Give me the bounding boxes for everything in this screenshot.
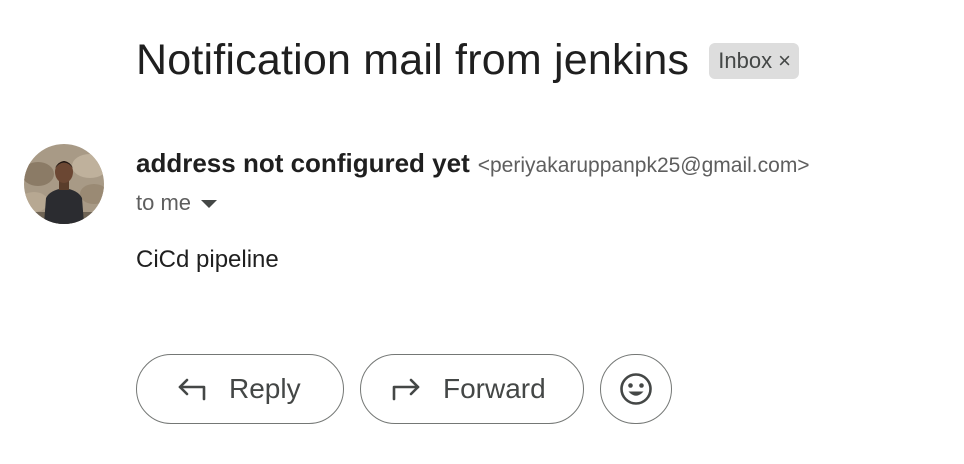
reply-icon bbox=[177, 376, 207, 402]
recipient-line: to me bbox=[136, 190, 218, 216]
forward-button[interactable]: Forward bbox=[360, 354, 584, 424]
email-subject: Notification mail from jenkins bbox=[136, 36, 690, 84]
forward-label: Forward bbox=[443, 373, 546, 404]
emoji-reaction-icon bbox=[618, 371, 654, 407]
forward-icon bbox=[391, 376, 421, 402]
sender-avatar[interactable] bbox=[24, 144, 104, 224]
sender-name[interactable]: address not configured yet bbox=[136, 148, 470, 179]
email-view: Notification mail from jenkins Inbox × a… bbox=[0, 0, 964, 464]
label-text: Inbox bbox=[718, 48, 773, 73]
recipient-text: to me bbox=[136, 190, 192, 215]
emoji-reaction-button[interactable] bbox=[600, 354, 672, 424]
reply-label: Reply bbox=[229, 373, 301, 404]
chevron-down-icon[interactable] bbox=[201, 200, 218, 208]
sender-line: address not configured yet <periyakarupp… bbox=[136, 148, 810, 179]
inbox-label-chip[interactable]: Inbox × bbox=[709, 43, 799, 79]
reply-button[interactable]: Reply bbox=[136, 354, 344, 424]
subject-row: Notification mail from jenkins Inbox × bbox=[136, 34, 799, 86]
sender-email: <periyakaruppanpk25@gmail.com> bbox=[477, 154, 810, 177]
remove-label-icon[interactable]: × bbox=[778, 50, 791, 72]
email-body: CiCd pipeline bbox=[136, 246, 279, 273]
